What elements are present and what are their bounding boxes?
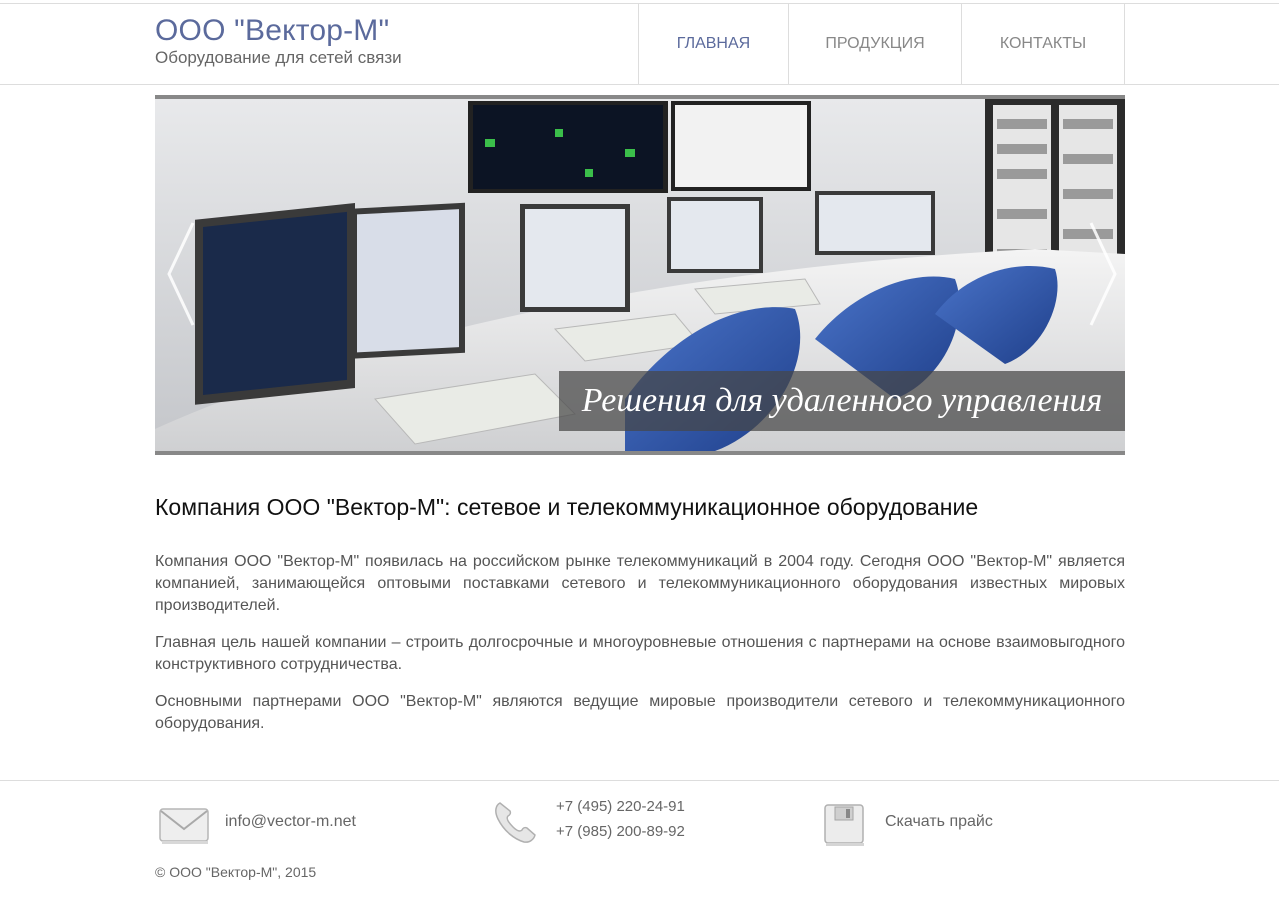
hero-slider: Решения для удаленного управления [155,95,1125,455]
phone-icon [492,799,538,850]
phone-number-1[interactable]: +7 (495) 220-24-91 [556,794,685,819]
slide-caption-text: Решения для удаленного управления [581,382,1103,419]
goal-paragraph: Главная цель нашей компании – строить до… [155,634,1125,673]
chevron-left-icon [167,222,195,326]
brand-subtitle: Оборудование для сетей связи [155,48,402,67]
slider-next-button[interactable] [1085,219,1121,329]
brand-title[interactable]: ООО "Вектор-М" [155,14,402,48]
brand[interactable]: ООО "Вектор-М" Оборудование для сетей св… [155,14,402,68]
email-link[interactable]: info@vector-m.net [225,813,356,831]
nav-item-home[interactable]: ГЛАВНАЯ [639,4,789,84]
phone-list: +7 (495) 220-24-91 +7 (985) 200-89-92 [556,794,685,844]
intro-paragraph: Компания ООО "Вектор-М" появилась на рос… [155,553,1125,614]
envelope-icon [158,805,212,850]
partners-paragraph: Основными партнерами ООО "Вектор-М" явля… [155,693,1125,732]
chevron-right-icon [1089,222,1117,326]
site-header: ООО "Вектор-М" Оборудование для сетей св… [0,3,1279,85]
download-icon[interactable] [822,802,868,853]
copyright: © ООО "Вектор-М", 2015 [155,864,317,880]
nav-item-products[interactable]: ПРОДУКЦИЯ [789,4,962,84]
site-footer: info@vector-m.net +7 (495) 220-24-91 +7 … [0,780,1279,914]
page-title: Компания ООО "Вектор-М": сетевое и телек… [155,494,979,520]
phone-number-2[interactable]: +7 (985) 200-89-92 [556,819,685,844]
slide-caption: Решения для удаленного управления [559,371,1125,431]
main-nav: ГЛАВНАЯ ПРОДУКЦИЯ КОНТАКТЫ [638,4,1125,84]
slider-prev-button[interactable] [163,219,199,329]
download-price-link[interactable]: Скачать прайс [885,813,993,831]
nav-item-contacts[interactable]: КОНТАКТЫ [962,4,1125,84]
